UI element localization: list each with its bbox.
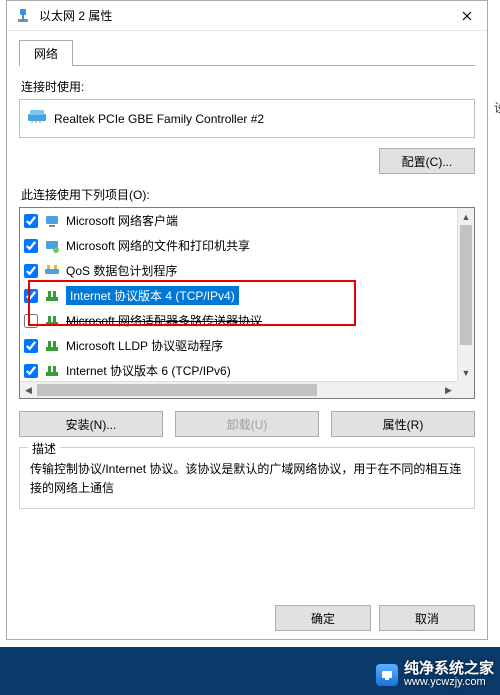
- proto-icon: [44, 313, 60, 329]
- component-checkbox[interactable]: [24, 289, 38, 303]
- description-text: 传输控制协议/Internet 协议。该协议是默认的广域网络协议，用于在不同的相…: [30, 460, 464, 498]
- proto-icon: [44, 363, 60, 379]
- component-label: Microsoft 网络适配器多路传送器协议: [66, 312, 262, 329]
- watermark-url: www.ycwzjy.com: [404, 676, 494, 689]
- watermark: 纯净系统之家 www.ycwzjy.com: [376, 661, 494, 689]
- titlebar: 以太网 2 属性: [7, 1, 487, 31]
- description-legend: 描述: [28, 440, 60, 457]
- list-item[interactable]: QoS 数据包计划程序: [20, 258, 457, 283]
- share-icon: [44, 238, 60, 254]
- list-item[interactable]: Microsoft 网络适配器多路传送器协议: [20, 308, 457, 333]
- properties-button[interactable]: 属性(R): [331, 411, 475, 437]
- adapter-field: Realtek PCIe GBE Family Controller #2: [19, 99, 475, 138]
- vertical-scrollbar-thumb[interactable]: [460, 225, 472, 345]
- tabstrip: 网络: [19, 39, 475, 66]
- cancel-button[interactable]: 取消: [379, 605, 475, 631]
- component-label: Internet 协议版本 4 (TCP/IPv4): [66, 286, 239, 305]
- component-label: Microsoft 网络的文件和打印机共享: [66, 237, 250, 254]
- component-label: Microsoft 网络客户端: [66, 212, 178, 229]
- list-item[interactable]: Microsoft 网络客户端: [20, 208, 457, 233]
- horizontal-scrollbar-thumb[interactable]: [37, 384, 317, 396]
- component-checkbox[interactable]: [24, 364, 38, 378]
- scroll-right-arrow-icon[interactable]: ▶: [440, 382, 457, 398]
- component-checkbox[interactable]: [24, 214, 38, 228]
- proto-icon: [44, 338, 60, 354]
- properties-dialog: 以太网 2 属性 网络 连接时使用: Realtek PCIe GBE Fami…: [6, 0, 488, 640]
- ethernet-icon: [15, 8, 31, 24]
- configure-button[interactable]: 配置(C)...: [379, 148, 475, 174]
- window-title: 以太网 2 属性: [39, 7, 447, 24]
- component-checkbox[interactable]: [24, 264, 38, 278]
- tab-network[interactable]: 网络: [19, 40, 73, 66]
- adapter-name: Realtek PCIe GBE Family Controller #2: [54, 112, 264, 126]
- component-checkbox[interactable]: [24, 239, 38, 253]
- close-button[interactable]: [447, 1, 487, 31]
- scroll-up-arrow-icon[interactable]: ▲: [458, 208, 474, 225]
- list-item[interactable]: Microsoft LLDP 协议驱动程序: [20, 333, 457, 358]
- network-adapter-icon: [28, 110, 46, 127]
- description-group: 描述 传输控制协议/Internet 协议。该协议是默认的广域网络协议，用于在不…: [19, 447, 475, 509]
- items-used-label: 此连接使用下列项目(O):: [21, 186, 475, 203]
- components-listbox: Microsoft 网络客户端 Microsoft 网络的文件和打印机共享 QoS …: [19, 207, 475, 399]
- component-checkbox[interactable]: [24, 339, 38, 353]
- uninstall-button[interactable]: 卸载(U): [175, 411, 319, 437]
- component-label: Internet 协议版本 6 (TCP/IPv6): [66, 362, 231, 379]
- close-icon: [462, 11, 472, 21]
- qos-icon: [44, 263, 60, 279]
- horizontal-scrollbar[interactable]: ◀ ▶: [20, 381, 457, 398]
- component-label: QoS 数据包计划程序: [66, 262, 177, 279]
- component-checkbox[interactable]: [24, 314, 38, 328]
- scroll-down-arrow-icon[interactable]: ▼: [458, 364, 474, 381]
- side-label: 设: [494, 99, 500, 116]
- list-item[interactable]: Internet 协议版本 6 (TCP/IPv6): [20, 358, 457, 381]
- list-item[interactable]: Internet 协议版本 4 (TCP/IPv4): [20, 283, 457, 308]
- scroll-corner: [457, 381, 474, 398]
- list-item[interactable]: Microsoft 网络的文件和打印机共享: [20, 233, 457, 258]
- watermark-logo-icon: [376, 664, 398, 686]
- scroll-left-arrow-icon[interactable]: ◀: [20, 382, 37, 398]
- connect-using-label: 连接时使用:: [21, 78, 475, 95]
- install-button[interactable]: 安装(N)...: [19, 411, 163, 437]
- component-label: Microsoft LLDP 协议驱动程序: [66, 337, 223, 354]
- vertical-scrollbar[interactable]: ▲ ▼: [457, 208, 474, 381]
- client-icon: [44, 213, 60, 229]
- watermark-name: 纯净系统之家: [404, 661, 494, 676]
- proto-icon: [44, 288, 60, 304]
- ok-button[interactable]: 确定: [275, 605, 371, 631]
